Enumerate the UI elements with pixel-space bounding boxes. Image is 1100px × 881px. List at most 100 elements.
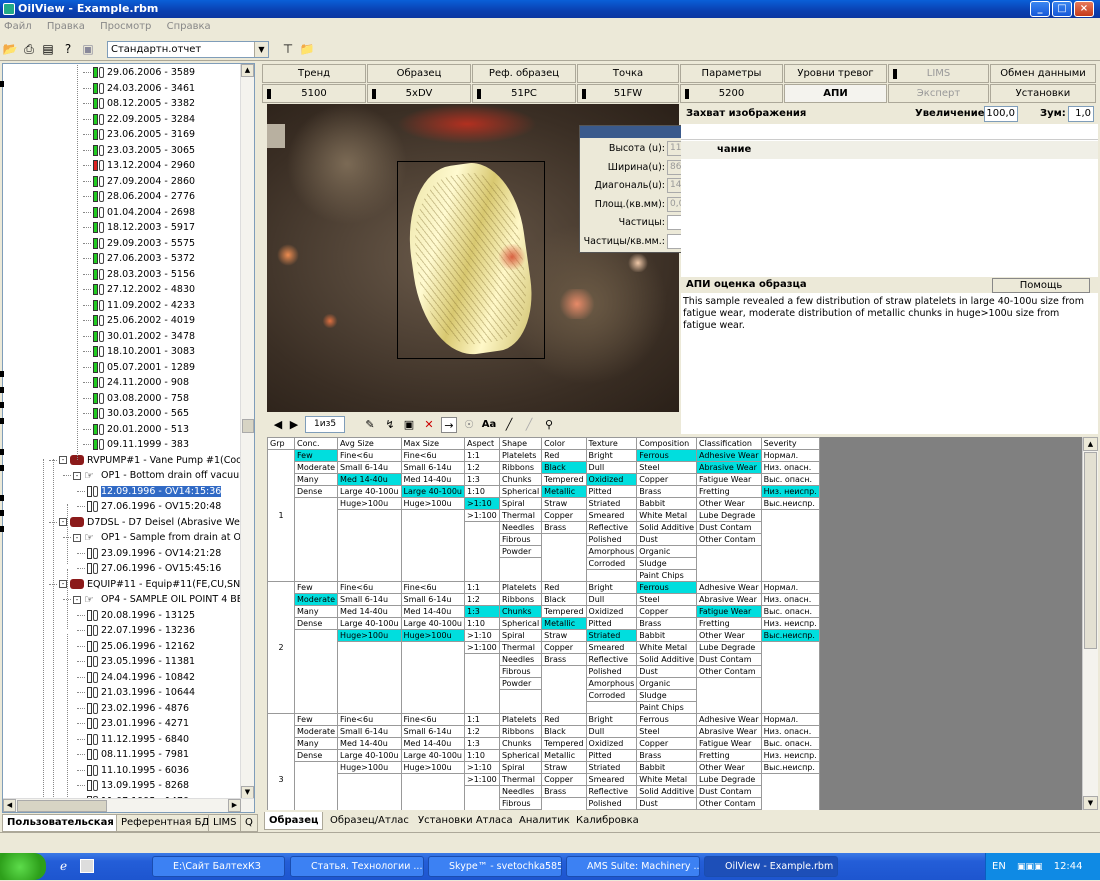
tree-item[interactable]: 23.05.1996 - 11381 <box>77 654 195 669</box>
grid-cell-color[interactable]: Black <box>541 725 587 738</box>
tree-item[interactable]: - EQUIP#11 - Equip#11(FE,CU,SN,PB,H2 <box>49 577 254 592</box>
tree-item[interactable]: 25.06.1996 - 12162 <box>77 639 195 654</box>
tree-item[interactable]: 29.09.2003 - 5575 <box>83 236 195 251</box>
nav-top-4[interactable]: Параметры анализа <box>680 64 783 96</box>
grid-cell-aspect[interactable]: 1:1 <box>463 581 500 594</box>
grid-cell-texture[interactable]: Polished <box>585 665 638 678</box>
tree-item[interactable]: 30.03.2000 - 565 <box>83 406 189 421</box>
grid-cell-aspect[interactable]: 1:1 <box>463 713 500 726</box>
magnify-icon[interactable]: ⚲ <box>541 417 557 433</box>
tree-item[interactable]: 20.01.2000 - 513 <box>83 422 189 437</box>
tree-item[interactable]: 24.04.1996 - 10842 <box>77 670 195 685</box>
tab-reference-db[interactable]: Референтная БД <box>116 814 215 832</box>
grid-cell-texture[interactable]: Amorphous <box>585 545 638 558</box>
grid-cell-color[interactable]: Tempered <box>541 605 587 618</box>
grid-cell-avg[interactable]: Med 14-40u <box>337 737 402 750</box>
grid-cell-color[interactable]: Straw <box>541 629 587 642</box>
tree-item[interactable]: 27.09.2004 - 2860 <box>83 174 195 189</box>
tab-sample-atlas[interactable]: Образец/Атлас <box>326 812 413 830</box>
grid-cell-color[interactable]: Copper <box>541 641 587 654</box>
grid-cell-shape[interactable]: Ribbons <box>498 725 543 738</box>
grid-cell-texture[interactable]: Bright <box>585 581 638 594</box>
tree-item[interactable]: 23.06.2005 - 3169 <box>83 127 195 142</box>
nav-top-6[interactable]: LIMS <box>888 64 989 83</box>
tree-item[interactable]: - D7DSL - D7 Deisel (Abrasive Wear) <box>49 515 253 530</box>
tree-item[interactable]: 24.11.2000 - 908 <box>83 375 189 390</box>
grid-cell-shape[interactable]: Spherical <box>498 485 543 498</box>
grid-cell-aspect[interactable]: 1:10 <box>463 617 500 630</box>
expand-icon[interactable]: - <box>73 595 81 604</box>
grid-cell-color[interactable]: Brass <box>541 653 587 666</box>
grid-cell-classification[interactable]: Lube Degrade <box>696 641 762 654</box>
grid-cell-color[interactable]: Metallic <box>541 485 587 498</box>
grid-cell-composition[interactable]: Copper <box>636 473 698 486</box>
grid-cell-texture[interactable]: Pitted <box>585 485 638 498</box>
nav-bottom-7[interactable]: Установки <box>990 84 1096 103</box>
grid-cell-composition[interactable]: Babbit <box>636 629 698 642</box>
grid-cell-conc[interactable]: Moderate <box>293 725 339 738</box>
grid-cell-classification[interactable]: Other Wear <box>696 497 762 510</box>
grid-cell-conc[interactable]: Few <box>293 713 339 726</box>
expand-icon[interactable]: - <box>49 813 57 814</box>
grid-cell-avg[interactable]: Fine<6u <box>337 581 402 594</box>
language-indicator[interactable]: EN <box>992 861 1006 872</box>
grid-cell-severity[interactable]: Низ. неиспр. <box>760 617 820 630</box>
grid-cell-classification[interactable]: Other Wear <box>696 761 762 774</box>
grid-cell-max[interactable]: Large 40-100u <box>400 485 465 498</box>
grid-cell-texture[interactable]: Smeared <box>585 773 638 786</box>
grid-cell-shape[interactable]: Platelets <box>498 581 543 594</box>
grid-cell-max[interactable]: Huge>100u <box>400 761 465 774</box>
grid-cell-texture[interactable]: Oxidized <box>585 605 638 618</box>
tree-item[interactable]: 01.04.2004 - 2698 <box>83 205 195 220</box>
open-folder-icon[interactable]: 📂 <box>1 40 19 58</box>
tree-scroll-thumb[interactable] <box>242 419 254 433</box>
grid-cell-severity[interactable]: Низ. неиспр. <box>760 749 820 762</box>
grid-header-cell[interactable]: Classification <box>696 437 762 450</box>
grid-cell-classification[interactable]: Abrasive Wear <box>696 725 762 738</box>
grid-cell-classification[interactable]: Abrasive Wear <box>696 593 762 606</box>
expand-icon[interactable]: - <box>73 471 81 480</box>
grid-cell-max[interactable]: Med 14-40u <box>400 473 465 486</box>
nav-bottom-0[interactable]: 5100 <box>262 84 366 103</box>
print-preview-icon[interactable]: ▤ <box>39 40 57 58</box>
tree-item[interactable]: 23.09.1996 - OV14:21:28 <box>77 546 221 561</box>
grid-cell-avg[interactable]: Huge>100u <box>337 761 402 774</box>
grid-cell-composition[interactable]: Organic <box>636 545 698 558</box>
notes-area[interactable] <box>681 160 1098 276</box>
menu-edit[interactable]: Правка <box>47 21 85 32</box>
grid-cell-composition[interactable]: Steel <box>636 593 698 606</box>
grid-cell-max[interactable]: Large 40-100u <box>400 749 465 762</box>
grid-cell-texture[interactable]: Amorphous <box>585 809 638 810</box>
grid-cell-shape[interactable]: Ribbons <box>498 593 543 606</box>
grid-cell-classification[interactable]: Dust Contam <box>696 521 762 534</box>
folder-icon[interactable]: 📁 <box>298 40 316 58</box>
grid-cell-color[interactable]: Tempered <box>541 737 587 750</box>
grid-cell-classification[interactable]: Dust Contam <box>696 653 762 666</box>
grid-cell-avg[interactable]: Large 40-100u <box>337 749 402 762</box>
report-select[interactable]: Стандартн.отчет ▼ <box>107 41 269 58</box>
grid-cell-composition[interactable]: Dust <box>636 533 698 546</box>
grid-cell-max[interactable]: Med 14-40u <box>400 737 465 750</box>
grid-cell-texture[interactable]: Striated <box>585 629 638 642</box>
measure-icon[interactable]: → <box>441 417 457 433</box>
grid-cell-texture[interactable]: Polished <box>585 797 638 810</box>
tab-analyst[interactable]: Аналитик <box>515 812 574 830</box>
grid-cell-severity[interactable]: Нормал. <box>760 581 820 594</box>
grid-cell-composition[interactable]: Paint Chips <box>636 701 698 714</box>
grid-cell-shape[interactable]: Thermal <box>498 773 543 786</box>
grid-cell-shape[interactable]: Fibrous <box>498 797 543 810</box>
grid-cell-severity[interactable]: Выс.неиспр. <box>760 629 820 642</box>
grid-cell-max[interactable]: Med 14-40u <box>400 605 465 618</box>
grid-cell-aspect[interactable]: >1:10 <box>463 497 500 510</box>
grid-cell-shape[interactable]: Chunks <box>498 605 543 618</box>
prev-image-icon[interactable]: ◀ <box>270 417 286 433</box>
tree-item[interactable]: 08.12.2005 - 3382 <box>83 96 195 111</box>
tree-item[interactable]: 27.12.2002 - 4830 <box>83 282 195 297</box>
grid-cell-texture[interactable]: Pitted <box>585 749 638 762</box>
grid-cell-shape[interactable]: Powder <box>498 809 543 810</box>
grid-cell-texture[interactable]: Corroded <box>585 557 638 570</box>
grid-cell-max[interactable]: Small 6-14u <box>400 725 465 738</box>
grid-cell-conc[interactable]: Many <box>293 473 339 486</box>
grid-cell-aspect[interactable]: 1:1 <box>463 449 500 462</box>
grid-cell-texture[interactable]: Bright <box>585 713 638 726</box>
